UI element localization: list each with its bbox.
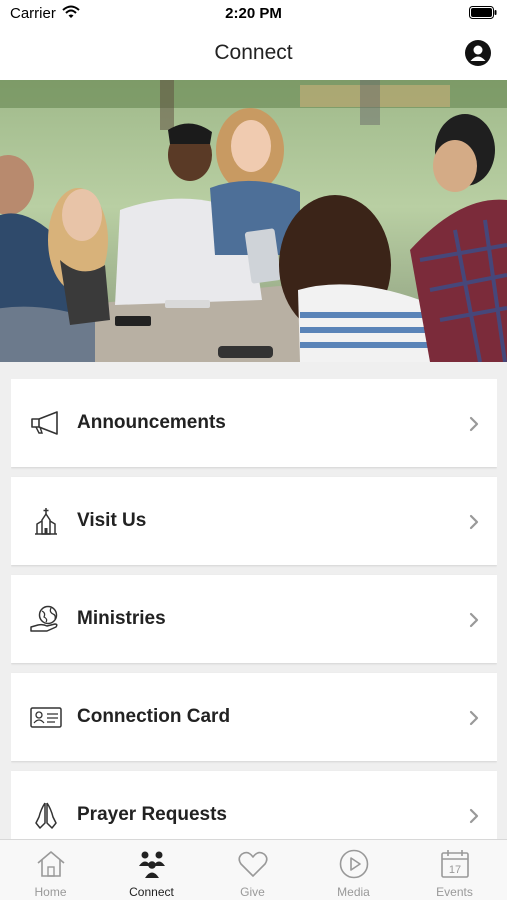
menu-list: Announcements Visit Us Ministries Connec… — [11, 379, 497, 839]
tab-give[interactable]: Give — [202, 840, 303, 900]
menu-item-label: Visit Us — [77, 510, 147, 531]
page-title: Connect — [214, 41, 293, 64]
globe-hand-icon — [30, 605, 58, 632]
home-icon — [37, 851, 65, 877]
chevron-right-icon — [469, 514, 479, 530]
status-time: 2:20 PM — [225, 5, 282, 22]
nav-bar: Connect — [0, 28, 507, 80]
group-photo-illustration — [0, 80, 507, 362]
tab-bar: Home Connect Give Media 17 Events — [0, 839, 507, 900]
heart-icon — [238, 851, 268, 877]
menu-item-label: Announcements — [77, 412, 226, 433]
tab-label: Events — [436, 885, 473, 899]
tab-home[interactable]: Home — [0, 840, 101, 900]
battery-icon — [469, 6, 497, 19]
people-icon — [139, 851, 165, 878]
menu-item-connection-card[interactable]: Connection Card — [11, 673, 497, 761]
megaphone-icon — [31, 411, 58, 435]
chevron-right-icon — [469, 612, 479, 628]
tab-label: Connect — [129, 885, 174, 899]
praying-hands-icon — [35, 802, 57, 829]
profile-icon[interactable] — [464, 39, 492, 67]
calendar-icon: 17 — [441, 850, 469, 878]
tab-label: Home — [34, 885, 67, 899]
menu-item-label: Ministries — [77, 608, 166, 629]
menu-item-visit-us[interactable]: Visit Us — [11, 477, 497, 565]
tab-label: Give — [240, 885, 265, 899]
status-bar: Carrier 2:20 PM — [0, 0, 507, 28]
hero-image — [0, 80, 507, 362]
id-card-icon — [30, 707, 62, 728]
play-icon — [339, 849, 369, 879]
calendar-day-text: 17 — [449, 864, 461, 876]
menu-item-label: Connection Card — [77, 706, 231, 727]
tab-events[interactable]: 17 Events — [404, 840, 505, 900]
chevron-right-icon — [469, 710, 479, 726]
menu-item-label: Prayer Requests — [77, 804, 227, 825]
chevron-right-icon — [469, 808, 479, 824]
menu-item-ministries[interactable]: Ministries — [11, 575, 497, 663]
menu-item-announcements[interactable]: Announcements — [11, 379, 497, 467]
menu-item-prayer-requests[interactable]: Prayer Requests — [11, 771, 497, 839]
tab-label: Media — [337, 885, 370, 899]
church-icon — [35, 508, 57, 535]
tab-connect[interactable]: Connect — [101, 840, 202, 900]
chevron-right-icon — [469, 416, 479, 432]
tab-media[interactable]: Media — [303, 840, 404, 900]
